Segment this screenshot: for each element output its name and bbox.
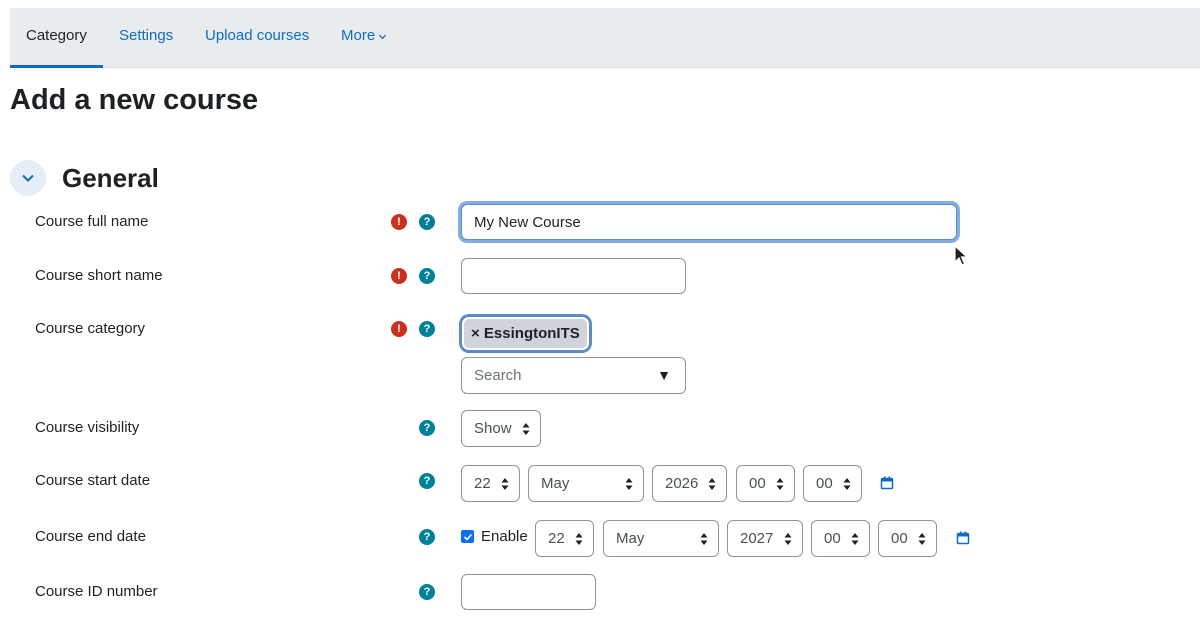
tab-category-label: Category — [26, 27, 87, 44]
visibility-value: Show — [474, 420, 512, 437]
id-number-input[interactable] — [461, 574, 596, 610]
end-day-value: 22 — [548, 530, 565, 547]
checkbox-checked-icon[interactable] — [461, 530, 474, 543]
end-hour-select[interactable]: 00 — [811, 520, 870, 557]
tab-settings-label: Settings — [119, 27, 174, 44]
select-arrows-icon — [575, 533, 583, 545]
calendar-icon[interactable] — [880, 476, 894, 490]
end-day-select[interactable]: 22 — [535, 520, 594, 557]
select-arrows-icon — [784, 533, 792, 545]
dropdown-arrow-icon: ▼ — [657, 367, 671, 383]
start-date-label: Course start date — [35, 472, 151, 489]
end-minute-value: 00 — [891, 530, 908, 547]
start-year-value: 2026 — [665, 475, 699, 492]
select-arrows-icon — [776, 478, 784, 490]
category-search-input[interactable]: Search ▼ — [461, 357, 686, 394]
full-name-input[interactable] — [461, 204, 957, 240]
full-name-label: Course full name — [35, 213, 149, 230]
end-hour-value: 00 — [824, 530, 841, 547]
end-year-select[interactable]: 2027 — [727, 520, 803, 557]
mouse-cursor-icon — [954, 245, 968, 266]
required-icon: ! — [391, 268, 407, 284]
enable-label: Enable — [481, 528, 528, 545]
start-day-value: 22 — [474, 475, 491, 492]
start-hour-value: 00 — [749, 475, 766, 492]
category-label: Course category — [35, 320, 146, 337]
end-minute-select[interactable]: 00 — [878, 520, 937, 557]
start-year-select[interactable]: 2026 — [652, 465, 727, 502]
tab-more[interactable]: More — [325, 8, 403, 68]
help-icon[interactable]: ? — [419, 420, 435, 436]
help-icon[interactable]: ? — [419, 584, 435, 600]
short-name-input[interactable] — [461, 258, 686, 294]
tab-upload-courses-label: Upload courses — [205, 27, 310, 44]
tab-settings[interactable]: Settings — [103, 8, 189, 68]
chevron-down-icon — [22, 174, 34, 182]
end-month-select[interactable]: May — [603, 520, 719, 557]
section-collapse-toggle[interactable] — [10, 160, 46, 196]
help-icon[interactable]: ? — [419, 529, 435, 545]
secondary-navigation: Category Settings Upload courses More — [10, 8, 1200, 68]
select-arrows-icon — [522, 423, 530, 435]
search-placeholder: Search — [474, 367, 522, 384]
section-title: General — [62, 163, 159, 193]
end-date-enable-checkbox[interactable]: Enable — [461, 528, 528, 545]
selected-category-tag[interactable]: × EssingtonITS — [462, 317, 589, 350]
start-month-select[interactable]: May — [528, 465, 644, 502]
end-year-value: 2027 — [740, 530, 774, 547]
start-month-value: May — [541, 475, 570, 492]
required-icon: ! — [391, 321, 407, 337]
calendar-icon[interactable] — [956, 531, 970, 545]
visibility-label: Course visibility — [35, 419, 140, 436]
tab-category[interactable]: Category — [10, 8, 103, 68]
tab-more-label: More — [341, 27, 376, 44]
select-arrows-icon — [700, 533, 708, 545]
tab-upload-courses[interactable]: Upload courses — [189, 8, 325, 68]
page-title: Add a new course — [10, 84, 259, 116]
help-icon[interactable]: ? — [419, 268, 435, 284]
id-number-label: Course ID number — [35, 583, 158, 600]
chevron-down-icon — [379, 34, 387, 39]
select-arrows-icon — [918, 533, 926, 545]
start-day-select[interactable]: 22 — [461, 465, 520, 502]
select-arrows-icon — [843, 478, 851, 490]
select-arrows-icon — [851, 533, 859, 545]
help-icon[interactable]: ? — [419, 321, 435, 337]
help-icon[interactable]: ? — [419, 473, 435, 489]
visibility-select[interactable]: Show — [461, 410, 541, 447]
select-arrows-icon — [708, 478, 716, 490]
help-icon[interactable]: ? — [419, 214, 435, 230]
end-month-value: May — [616, 530, 645, 547]
select-arrows-icon — [625, 478, 633, 490]
required-icon: ! — [391, 214, 407, 230]
short-name-label: Course short name — [35, 267, 163, 284]
start-minute-select[interactable]: 00 — [803, 465, 862, 502]
start-hour-select[interactable]: 00 — [736, 465, 795, 502]
end-date-label: Course end date — [35, 528, 146, 545]
start-minute-value: 00 — [816, 475, 833, 492]
select-arrows-icon — [501, 478, 509, 490]
